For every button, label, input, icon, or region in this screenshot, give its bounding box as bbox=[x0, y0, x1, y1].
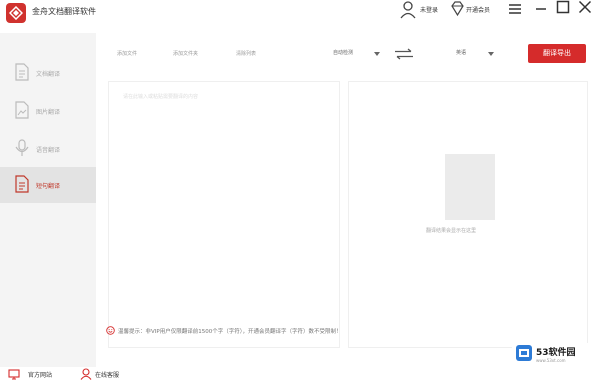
sidebar: 文档翻译 图片翻译 语音翻译 短句翻译 bbox=[0, 33, 96, 367]
translate-export-button[interactable]: 翻译导出 bbox=[528, 44, 586, 63]
sidebar-item-image[interactable]: 图片翻译 bbox=[0, 93, 96, 129]
app-title: 金舟文档翻译软件 bbox=[32, 7, 96, 16]
source-text-placeholder: 请在此输入或粘贴需要翻译的内容 bbox=[123, 94, 199, 100]
source-language-select[interactable]: 自动检测 bbox=[333, 49, 353, 56]
login-label[interactable]: 未登录 bbox=[420, 5, 438, 14]
target-language-select[interactable]: 英语 bbox=[456, 49, 466, 56]
menu-icon[interactable] bbox=[509, 3, 521, 17]
text-icon bbox=[14, 175, 30, 195]
monitor-icon[interactable] bbox=[8, 369, 20, 382]
close-icon[interactable] bbox=[578, 0, 592, 16]
minimize-icon[interactable] bbox=[535, 3, 547, 17]
source-text-panel[interactable]: 请在此输入或粘贴需要翻译的内容 bbox=[108, 81, 340, 348]
vip-label[interactable]: 开通会员 bbox=[466, 5, 490, 14]
tab-add-file[interactable]: 添加文件 bbox=[117, 50, 137, 57]
sidebar-item-label: 短句翻译 bbox=[36, 183, 61, 190]
result-panel: 翻译结果会显示在这里 bbox=[348, 81, 588, 348]
document-icon bbox=[14, 63, 30, 83]
watermark: 53软件园 www.53xt.com bbox=[512, 343, 596, 370]
customer-service-icon[interactable] bbox=[80, 368, 92, 382]
sidebar-item-document[interactable]: 文档翻译 bbox=[0, 55, 96, 91]
smile-icon bbox=[106, 326, 115, 337]
main-area: 添加文件 添加文件夹 清除列表 自动检测 英语 翻译导出 请在此输入或粘贴需要翻… bbox=[96, 33, 596, 367]
app-logo-icon bbox=[6, 3, 26, 23]
title-bar: 金舟文档翻译软件 未登录 开通会员 bbox=[0, 0, 596, 30]
bottom-bar: 官方网站 在线客服 bbox=[0, 367, 596, 382]
sidebar-item-label: 语音翻译 bbox=[36, 147, 61, 154]
voice-icon bbox=[14, 139, 30, 159]
tab-add-folder[interactable]: 添加文件夹 bbox=[173, 50, 198, 57]
empty-result-text: 翻译结果会显示在这里 bbox=[426, 228, 477, 234]
watermark-logo-icon bbox=[516, 345, 532, 361]
empty-result-image bbox=[445, 154, 495, 220]
vip-diamond-icon[interactable] bbox=[450, 1, 465, 19]
notice-text: 温馨提示：非VIP用户仅限翻译前1500个字（字符），开通会员翻译字（字符）数不… bbox=[118, 329, 342, 335]
official-website-link[interactable]: 官方网站 bbox=[28, 370, 52, 379]
online-service-link[interactable]: 在线客服 bbox=[95, 370, 119, 379]
user-icon[interactable] bbox=[400, 1, 416, 21]
image-icon bbox=[14, 101, 30, 121]
sidebar-item-label: 文档翻译 bbox=[36, 71, 61, 78]
watermark-url: www.53xt.com bbox=[536, 358, 566, 363]
sidebar-item-label: 图片翻译 bbox=[36, 109, 61, 116]
tab-clear-list[interactable]: 清除列表 bbox=[236, 50, 256, 57]
chevron-down-icon bbox=[374, 52, 380, 56]
sidebar-item-text[interactable]: 短句翻译 bbox=[0, 167, 96, 203]
sidebar-item-voice[interactable]: 语音翻译 bbox=[0, 131, 96, 167]
swap-languages-icon[interactable] bbox=[394, 48, 414, 62]
maximize-icon[interactable] bbox=[556, 0, 570, 16]
watermark-brand: 53软件园 bbox=[536, 348, 576, 358]
chevron-down-icon bbox=[488, 52, 494, 56]
